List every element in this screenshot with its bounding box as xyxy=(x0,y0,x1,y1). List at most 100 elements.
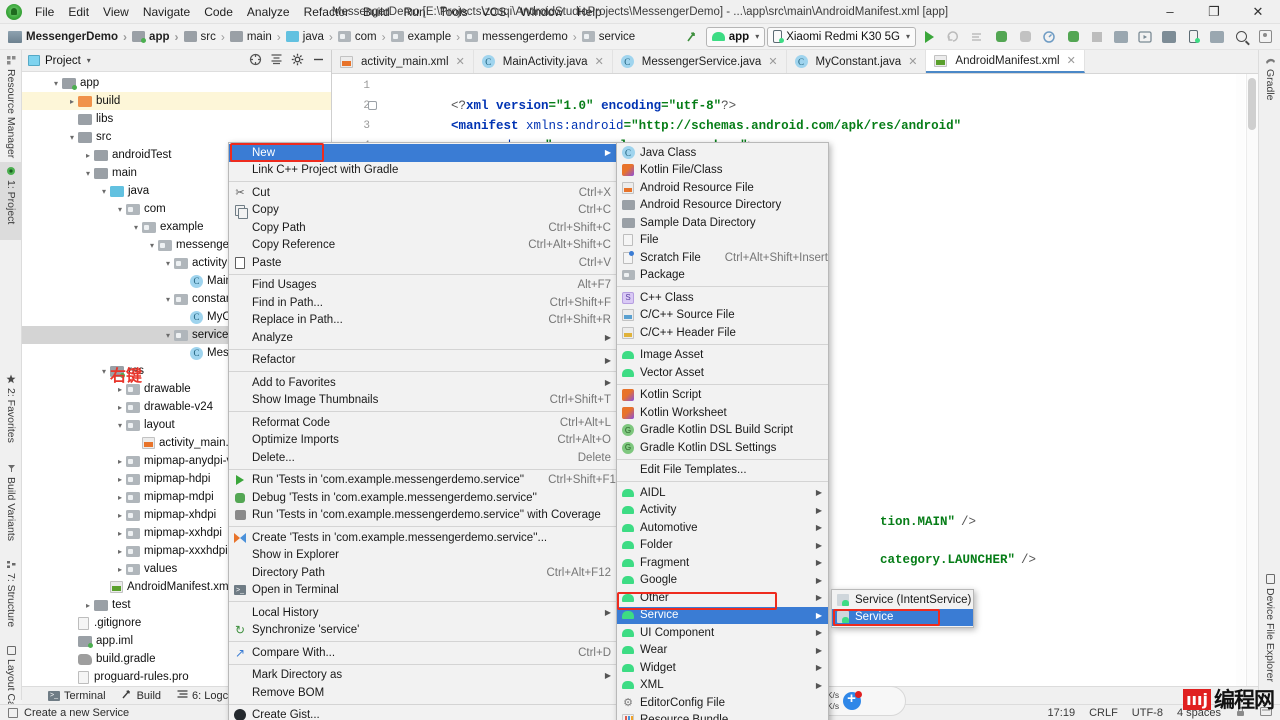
menu-item-paste[interactable]: Paste Ctrl+V xyxy=(229,254,617,272)
menu-item-xml[interactable]: XML ▶ xyxy=(617,677,828,695)
tool-window-gradle[interactable]: Gradle xyxy=(1259,52,1280,110)
context-menu[interactable]: New ▶ Link C++ Project with Gradle Cut Ctrl+… xyxy=(228,142,622,720)
menu-item-gradle-kotlin-dsl-build-script[interactable]: G Gradle Kotlin DSL Build Script xyxy=(617,422,828,440)
menu-item-show-image-thumbnails[interactable]: Show Image Thumbnails Ctrl+Shift+T xyxy=(229,392,617,410)
tree-node-libs[interactable]: libs xyxy=(22,110,331,128)
menu-window[interactable]: Window xyxy=(513,2,570,22)
menu-item-vector-asset[interactable]: Vector Asset xyxy=(617,364,828,382)
run-with-coverage-button[interactable] xyxy=(1062,26,1084,48)
service-submenu[interactable]: Service (IntentService) Service xyxy=(831,589,974,628)
menu-bar[interactable]: File Edit View Navigate Code Analyze Ref… xyxy=(28,2,609,22)
collapse-all-icon[interactable] xyxy=(270,53,283,69)
profiler-button[interactable] xyxy=(1038,26,1060,48)
menu-item-kotlin-script[interactable]: Kotlin Script xyxy=(617,387,828,405)
breadcrumb-item-app[interactable]: app › xyxy=(132,30,183,44)
tool-window-project[interactable]: 1: Project xyxy=(0,162,22,240)
layout-inspector-button[interactable] xyxy=(1158,26,1180,48)
tree-node-app[interactable]: ▾ app xyxy=(22,74,331,92)
breadcrumb-item-service[interactable]: service xyxy=(581,31,635,43)
expand-arrow-icon[interactable]: ▾ xyxy=(82,169,94,178)
menu-item-find-usages[interactable]: Find Usages Alt+F7 xyxy=(229,277,617,295)
menu-refactor[interactable]: Refactor xyxy=(297,2,356,22)
expand-arrow-icon[interactable]: ▸ xyxy=(114,403,126,412)
menu-item-synchronize-service-[interactable]: ↻ Synchronize 'service' xyxy=(229,622,617,640)
menu-item-find-in-path-[interactable]: Find in Path... Ctrl+Shift+F xyxy=(229,294,617,312)
menu-item-widget[interactable]: Widget ▶ xyxy=(617,659,828,677)
menu-item-google[interactable]: Google ▶ xyxy=(617,572,828,590)
avd-manager-button[interactable] xyxy=(1134,26,1156,48)
menu-item-aidl[interactable]: AIDL ▶ xyxy=(617,484,828,502)
menu-help[interactable]: Help xyxy=(570,2,609,22)
menu-item-add-to-favorites[interactable]: Add to Favorites ▶ xyxy=(229,374,617,392)
expand-arrow-icon[interactable]: ▾ xyxy=(146,241,158,250)
menu-item-directory-path[interactable]: Directory Path Ctrl+Alt+F12 xyxy=(229,564,617,582)
project-panel-actions[interactable] xyxy=(249,53,325,69)
network-widget-button[interactable] xyxy=(843,690,863,710)
tool-window-device-file-explorer[interactable]: Device File Explorer xyxy=(1259,570,1280,694)
search-everywhere-button[interactable] xyxy=(1230,26,1252,48)
expand-arrow-icon[interactable]: ▾ xyxy=(98,187,110,196)
tool-window-favorites[interactable]: 2: Favorites xyxy=(0,370,22,456)
expand-arrow-icon[interactable]: ▾ xyxy=(114,205,126,214)
stop-button[interactable] xyxy=(1086,26,1108,48)
breadcrumb-item-java[interactable]: java › xyxy=(285,30,338,44)
expand-arrow-icon[interactable]: ▸ xyxy=(114,547,126,556)
new-submenu[interactable]: C Java Class Kotlin File/Class Android Reso… xyxy=(616,142,829,720)
expand-arrow-icon[interactable]: ▸ xyxy=(82,601,94,610)
expand-arrow-icon[interactable]: ▸ xyxy=(114,475,126,484)
expand-arrow-icon[interactable]: ▸ xyxy=(114,511,126,520)
menu-item-service[interactable]: Service xyxy=(832,608,973,626)
close-icon[interactable]: ✕ xyxy=(908,55,917,68)
editor-tab-androidmanifest-xml[interactable]: AndroidManifest.xml ✕ xyxy=(926,50,1085,73)
menu-item-scratch-file[interactable]: Scratch File Ctrl+Alt+Shift+Insert xyxy=(617,249,828,267)
scroll-from-source-icon[interactable] xyxy=(249,53,262,69)
menu-item-image-asset[interactable]: Image Asset xyxy=(617,347,828,365)
menu-item-service[interactable]: Service ▶ xyxy=(617,606,828,624)
tool-window-terminal[interactable]: >_ Terminal xyxy=(48,690,106,702)
menu-item-automotive[interactable]: Automotive ▶ xyxy=(617,519,828,537)
menu-item-reformat-code[interactable]: Reformat Code Ctrl+Alt+L xyxy=(229,414,617,432)
tool-window-structure[interactable]: 7: Structure xyxy=(0,556,22,638)
menu-item-sample-data-directory[interactable]: Sample Data Directory xyxy=(617,214,828,232)
menu-item-remove-bom[interactable]: Remove BOM xyxy=(229,684,617,702)
menu-item-wear[interactable]: Wear ▶ xyxy=(617,642,828,660)
expand-arrow-icon[interactable]: ▸ xyxy=(114,529,126,538)
run-button[interactable] xyxy=(918,26,940,48)
sdk-update-button[interactable] xyxy=(1206,26,1228,48)
close-icon[interactable]: ✕ xyxy=(595,55,604,68)
menu-file[interactable]: File xyxy=(28,2,61,22)
expand-arrow-icon[interactable]: ▾ xyxy=(66,133,78,142)
menu-edit[interactable]: Edit xyxy=(61,2,96,22)
menu-item-gradle-kotlin-dsl-settings[interactable]: G Gradle Kotlin DSL Settings xyxy=(617,439,828,457)
menu-item-local-history[interactable]: Local History ▶ xyxy=(229,604,617,622)
menu-item-show-in-explorer[interactable]: Show in Explorer xyxy=(229,547,617,565)
menu-item-service-intentservice-[interactable]: Service (IntentService) xyxy=(832,591,973,609)
expand-arrow-icon[interactable]: ▾ xyxy=(162,295,174,304)
menu-item-new[interactable]: New ▶ xyxy=(229,144,617,162)
expand-arrow-icon[interactable]: ▾ xyxy=(114,421,126,430)
status-line-separator[interactable]: CRLF xyxy=(1089,707,1118,719)
expand-arrow-icon[interactable]: ▸ xyxy=(114,493,126,502)
menu-item-open-in-terminal[interactable]: >_ Open in Terminal xyxy=(229,582,617,600)
chevron-down-icon[interactable]: ▾ xyxy=(87,56,91,65)
scrollbar-thumb[interactable] xyxy=(1248,78,1256,130)
expand-arrow-icon[interactable]: ▾ xyxy=(50,79,62,88)
device-selector[interactable]: Xiaomi Redmi K30 5G ▾ xyxy=(767,26,916,47)
window-controls[interactable]: – ❐ ✕ xyxy=(1148,0,1280,24)
menu-item-create-tests-in-com-example-messengerdem[interactable]: Create 'Tests in 'com.example.messengerd… xyxy=(229,529,617,547)
menu-run[interactable]: Run xyxy=(397,2,433,22)
close-icon[interactable]: ✕ xyxy=(768,55,777,68)
menu-item-folder[interactable]: Folder ▶ xyxy=(617,537,828,555)
tree-node-build[interactable]: ▸ build xyxy=(22,92,331,110)
editor-tab-myconstant-java[interactable]: C MyConstant.java ✕ xyxy=(787,50,927,73)
menu-item-editorconfig-file[interactable]: ⚙ EditorConfig File xyxy=(617,694,828,712)
menu-item-android-resource-file[interactable]: Android Resource File xyxy=(617,179,828,197)
menu-item-c-class[interactable]: S C++ Class xyxy=(617,289,828,307)
sync-project-icon[interactable] xyxy=(682,26,704,48)
expand-arrow-icon[interactable]: ▸ xyxy=(114,565,126,574)
menu-item-cut[interactable]: Cut Ctrl+X xyxy=(229,184,617,202)
editor-tab-messengerservice-java[interactable]: C MessengerService.java ✕ xyxy=(613,50,787,73)
menu-item-resource-bundle[interactable]: Resource Bundle xyxy=(617,712,828,720)
apply-code-changes-button[interactable] xyxy=(966,26,988,48)
menu-item-copy[interactable]: Copy Ctrl+C xyxy=(229,202,617,220)
